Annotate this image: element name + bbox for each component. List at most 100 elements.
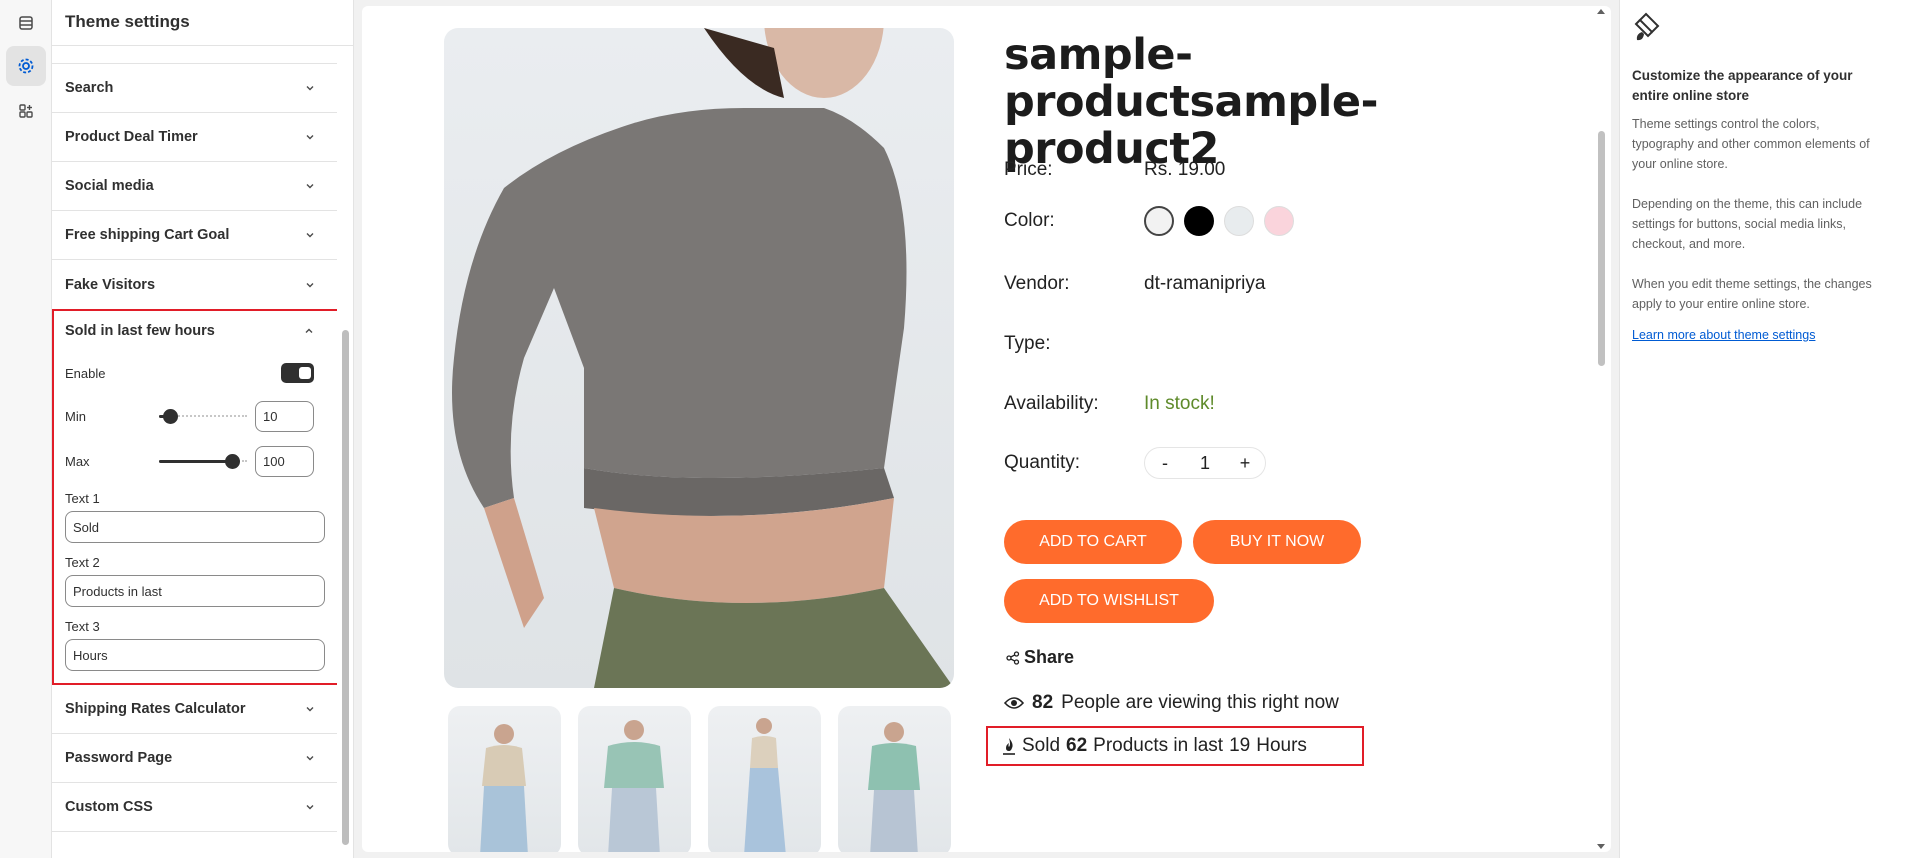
chevron-down-icon xyxy=(306,233,314,238)
section-label: Shipping Rates Calculator xyxy=(65,701,246,717)
min-slider-handle[interactable] xyxy=(162,409,178,424)
section-label: Fake Visitors xyxy=(65,276,156,293)
product-title: sample-productsample-product2 xyxy=(1004,30,1378,174)
sold-hours: 19 xyxy=(1229,735,1251,756)
color-swatch-4[interactable] xyxy=(1264,206,1294,236)
help-paragraph-3: When you edit theme settings, the change… xyxy=(1632,277,1872,311)
min-label: Min xyxy=(65,408,86,424)
add-to-cart-button[interactable]: ADD TO CART xyxy=(1004,520,1182,564)
sections-icon[interactable] xyxy=(6,3,46,43)
color-row: Color: xyxy=(1004,206,1304,236)
max-slider-handle[interactable] xyxy=(224,454,240,469)
sold-recently-notice: Sold 62 Products in last 19 Hours xyxy=(986,726,1364,766)
section-header[interactable]: Sold in last few hours xyxy=(54,311,337,351)
sold-suffix: Hours xyxy=(1256,735,1307,756)
scrollbar-thumb[interactable] xyxy=(342,330,349,845)
product-main-image[interactable] xyxy=(444,28,954,688)
settings-panel: Theme settings Search Product Deal Timer… xyxy=(52,0,354,858)
min-slider[interactable] xyxy=(159,407,247,425)
quantity-label: Quantity: xyxy=(1004,452,1081,473)
chevron-down-icon xyxy=(306,707,314,712)
section-label: Search xyxy=(65,80,114,96)
viewers-text: People are viewing this right now xyxy=(1061,692,1339,713)
add-to-wishlist-button[interactable]: ADD TO WISHLIST xyxy=(1004,579,1214,623)
section-sold-in-last-few-hours: Sold in last few hours Enable Min Max xyxy=(52,309,337,685)
text1-input[interactable] xyxy=(65,511,325,543)
text2-label: Text 2 xyxy=(65,555,100,570)
chevron-down-icon xyxy=(306,282,314,287)
color-swatch-1[interactable] xyxy=(1144,206,1174,236)
panel-scrollbar[interactable] xyxy=(342,52,349,852)
help-paragraph-2: Depending on the theme, this can include… xyxy=(1632,197,1863,251)
color-swatch-3[interactable] xyxy=(1224,206,1254,236)
max-input[interactable] xyxy=(255,445,314,477)
type-label: Type: xyxy=(1004,333,1051,354)
learn-more-link[interactable]: Learn more about theme settings xyxy=(1632,328,1900,342)
section-custom-css[interactable]: Custom CSS xyxy=(52,783,337,832)
chevron-down-icon xyxy=(306,756,314,761)
section-fake-visitors[interactable]: Fake Visitors xyxy=(52,260,337,309)
chevron-down-icon xyxy=(306,135,314,140)
panel-title: Theme settings xyxy=(52,0,353,46)
store-preview: sample-productsample-product2 Price: Rs.… xyxy=(362,6,1611,852)
scroll-up-arrow[interactable] xyxy=(1597,9,1605,14)
flame-icon xyxy=(1003,738,1015,755)
max-slider[interactable] xyxy=(159,452,247,470)
paint-brush-icon xyxy=(1634,12,1660,41)
max-row: Max xyxy=(54,437,337,485)
thumbnail-strip xyxy=(448,706,951,852)
scroll-down-arrow[interactable] xyxy=(1597,844,1605,849)
section-social-media[interactable]: Social media xyxy=(52,162,337,211)
max-label: Max xyxy=(65,453,90,469)
sold-prefix: Sold xyxy=(1022,735,1061,756)
thumbnail-4[interactable] xyxy=(838,706,951,852)
section-free-shipping[interactable]: Free shipping Cart Goal xyxy=(52,211,337,260)
vendor-row: Vendor: dt-ramanipriya xyxy=(1004,273,1265,295)
text3-input[interactable] xyxy=(65,639,325,671)
section-search[interactable]: Search xyxy=(52,64,337,113)
section-label: Social media xyxy=(65,178,154,194)
preview-scrollbar-thumb[interactable] xyxy=(1598,131,1605,366)
gear-icon[interactable] xyxy=(6,46,46,86)
share-label: Share xyxy=(1024,647,1075,667)
icon-rail xyxy=(0,0,52,858)
availability-label: Availability: xyxy=(1004,393,1099,414)
vendor-label: Vendor: xyxy=(1004,273,1070,294)
enable-row: Enable xyxy=(54,351,337,395)
text3-label: Text 3 xyxy=(65,619,100,634)
thumbnail-1[interactable] xyxy=(448,706,561,852)
section-password-page[interactable]: Password Page xyxy=(52,734,337,783)
help-heading: Customize the appearance of your entire … xyxy=(1632,68,1853,103)
clipped-section[interactable] xyxy=(52,46,337,64)
availability-row: Availability: In stock! xyxy=(1004,393,1215,415)
section-shipping-rates[interactable]: Shipping Rates Calculator xyxy=(52,685,337,734)
text2-input[interactable] xyxy=(65,575,325,607)
enable-toggle[interactable] xyxy=(281,363,314,383)
text1-label: Text 1 xyxy=(65,491,100,506)
settings-list: Search Product Deal Timer Social media F… xyxy=(52,46,337,858)
enable-label: Enable xyxy=(65,365,106,381)
share-button[interactable]: Share xyxy=(1006,647,1074,668)
section-label: Product Deal Timer xyxy=(65,129,198,145)
apps-icon[interactable] xyxy=(6,91,46,131)
thumbnail-2[interactable] xyxy=(578,706,691,852)
chevron-down-icon xyxy=(306,805,314,810)
buy-it-now-button[interactable]: BUY IT NOW xyxy=(1193,520,1361,564)
thumbnail-3[interactable] xyxy=(708,706,821,852)
section-label: Sold in last few hours xyxy=(65,323,215,339)
type-row: Type: xyxy=(1004,333,1144,355)
quantity-plus-button[interactable]: + xyxy=(1225,453,1265,474)
quantity-row: Quantity: - 1 + xyxy=(1004,447,1266,479)
vendor-value[interactable]: dt-ramanipriya xyxy=(1144,273,1265,295)
help-panel: Customize the appearance of your entire … xyxy=(1619,0,1912,858)
viewers-count: 82 xyxy=(1032,692,1054,713)
quantity-value[interactable]: 1 xyxy=(1185,453,1225,474)
min-input[interactable] xyxy=(255,400,314,432)
sold-count: 62 xyxy=(1066,735,1088,756)
section-label: Free shipping Cart Goal xyxy=(65,227,230,243)
section-product-deal-timer[interactable]: Product Deal Timer xyxy=(52,113,337,162)
quantity-minus-button[interactable]: - xyxy=(1145,453,1185,474)
color-swatch-2[interactable] xyxy=(1184,206,1214,236)
preview-scrollbar[interactable] xyxy=(1595,6,1607,852)
eye-icon xyxy=(1004,697,1024,709)
